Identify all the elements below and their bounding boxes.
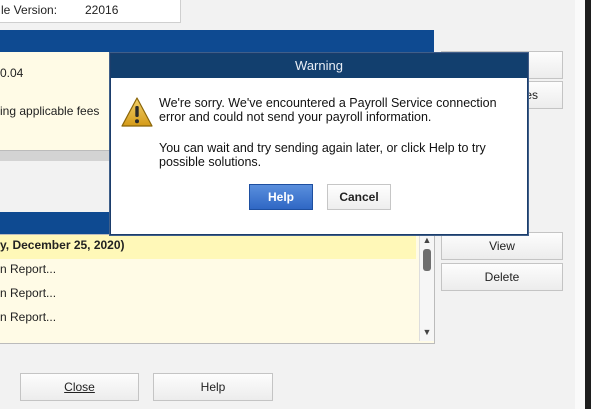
list-item-label: n Report... — [0, 310, 57, 324]
version-field: le Version: 22016 — [0, 0, 181, 23]
delete-button-label: Delete — [484, 270, 520, 284]
dialog-help-button[interactable]: Help — [249, 184, 313, 210]
list-item[interactable]: n Report... — [0, 307, 416, 331]
scroll-thumb[interactable] — [423, 249, 431, 271]
version-label: le Version: — [1, 3, 58, 17]
dialog-cancel-button[interactable]: Cancel — [327, 184, 391, 210]
dialog-body: We're sorry. We've encountered a Payroll… — [111, 78, 527, 234]
list-item[interactable]: n Report... — [0, 259, 416, 283]
amount-text: 0.04 — [0, 66, 24, 80]
dialog-help-label: Help — [267, 190, 294, 204]
list-item-label: n Report... — [0, 286, 57, 300]
vertical-scrollbar[interactable]: ▲ ▼ — [419, 235, 434, 341]
version-value: 22016 — [85, 3, 119, 17]
help-button[interactable]: Help — [153, 373, 273, 401]
warning-icon — [121, 97, 153, 127]
dialog-cancel-label: Cancel — [339, 190, 379, 204]
help-button-label: Help — [200, 380, 226, 394]
list-item-label: y, December 25, 2020) — [0, 238, 125, 252]
dialog-message-advice: You can wait and try sending again later… — [159, 141, 486, 169]
scroll-down-icon[interactable]: ▼ — [420, 327, 434, 337]
list-item[interactable]: n Report... — [0, 283, 416, 307]
scroll-up-icon[interactable]: ▲ — [420, 235, 434, 245]
dialog-titlebar[interactable]: Warning — [111, 54, 527, 78]
window-edge — [575, 0, 585, 409]
dialog-message-error: We're sorry. We've encountered a Payroll… — [159, 96, 497, 124]
view-button-label: View — [489, 239, 515, 253]
report-list: y, December 25, 2020) n Report... n Repo… — [0, 234, 435, 344]
fees-text: ing applicable fees — [0, 104, 100, 118]
panel-header — [0, 30, 434, 52]
list-item[interactable]: y, December 25, 2020) — [0, 235, 416, 259]
dialog-title: Warning — [295, 58, 343, 73]
window-border — [585, 0, 591, 409]
close-button[interactable]: Close — [20, 373, 139, 401]
warning-dialog: Warning We're sorry. We've encountered a… — [110, 53, 528, 235]
view-button[interactable]: View — [441, 232, 563, 260]
list-item-label: n Report... — [0, 262, 57, 276]
delete-button[interactable]: Delete — [441, 263, 563, 291]
close-button-label: Close — [64, 380, 95, 394]
